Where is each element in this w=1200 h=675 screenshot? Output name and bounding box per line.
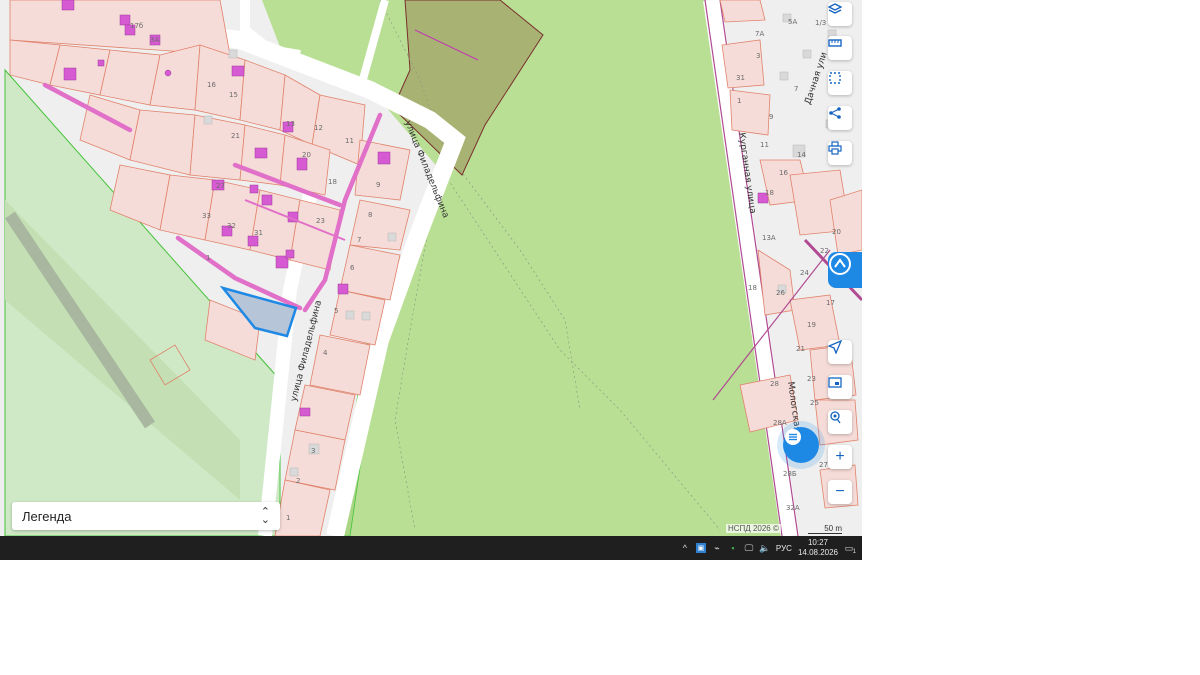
lot-label: 28Б <box>783 470 797 478</box>
lot-label: 1 <box>206 254 210 262</box>
lot-label: 7А <box>755 30 764 38</box>
lot-label: 6 <box>350 264 355 272</box>
photo-frame-icon <box>828 377 842 388</box>
lot-label: 26 <box>776 289 785 297</box>
lot-label: 17б <box>130 22 143 30</box>
language-indicator[interactable]: РУС <box>776 544 792 553</box>
measure-button[interactable] <box>828 36 852 60</box>
lot-label: 9 <box>376 181 380 189</box>
share-icon <box>829 107 841 119</box>
taskbar: ^ ▣ ⌁ ▪ 🖵 🔈 РУС 10:27 14.08.2026 ▭ 1 <box>0 536 862 560</box>
clock-time: 10:27 <box>807 538 828 547</box>
clock-date: 14.08.2026 <box>797 548 838 557</box>
lot-label: 25 <box>810 399 819 407</box>
lot-label: 31 <box>736 74 745 82</box>
lot-label: 8 <box>368 211 372 219</box>
geo-pin-button[interactable] <box>828 410 852 434</box>
lot-label: 27 <box>819 461 828 469</box>
lot-label: 19 <box>807 321 816 329</box>
lot-label: 32 <box>227 222 236 230</box>
scale-bar: 50 m <box>808 524 842 534</box>
zoom-out-button[interactable]: − <box>828 480 852 504</box>
volume-icon[interactable]: 🔈 <box>759 543 770 553</box>
lot-label: 11 <box>345 137 354 145</box>
lot-label: 15 <box>229 91 238 99</box>
lot-label: 5 <box>334 307 338 315</box>
lot-label: 7 <box>357 236 361 244</box>
legend-dropdown[interactable]: Легенда ⌃ ⌄ <box>12 502 280 530</box>
photo-button[interactable] <box>828 375 852 399</box>
notification-count: 1 <box>852 549 856 555</box>
lot-label: 28А <box>773 419 787 427</box>
chat-tray-icon[interactable]: ▪ <box>728 543 738 553</box>
lot-label: 18 <box>748 284 757 292</box>
lot-label: 3 <box>311 447 315 455</box>
lot-label: 16 <box>779 169 788 177</box>
navigation-arrow-icon <box>828 340 842 354</box>
lot-label: 7 <box>794 85 798 93</box>
map-layer[interactable]: 17б 3А 16 15 21 13 12 11 9 18 20 27 8 33… <box>0 0 862 536</box>
usb-icon[interactable]: ⌁ <box>712 543 722 553</box>
lot-label: 2 <box>296 477 300 485</box>
lot-label: 27 <box>216 182 225 190</box>
lot-label: 28 <box>770 380 779 388</box>
lot-label: 16 <box>207 81 216 89</box>
lot-label: 21 <box>231 132 240 140</box>
share-button[interactable] <box>828 106 852 130</box>
zoom-in-button[interactable]: + <box>828 445 852 469</box>
lot-label: 3 <box>756 52 760 60</box>
lot-label: 33 <box>202 212 211 220</box>
map-attribution: НСПД 2026 © <box>726 524 781 533</box>
lot-label: 1 <box>737 97 741 105</box>
lot-label: 3А <box>150 36 159 44</box>
legend-label: Легенда <box>22 508 72 524</box>
chat-icon <box>785 429 801 445</box>
lot-label: 11 <box>760 141 769 149</box>
lot-label: 17 <box>826 299 835 307</box>
app-tray-icon[interactable]: ▣ <box>695 543 706 553</box>
lot-label: 13 <box>286 120 295 128</box>
lot-label: 24 <box>800 269 809 277</box>
geo-pin-icon <box>830 411 841 424</box>
lot-label: 1 <box>286 514 290 522</box>
chevron-updown-icon: ⌃ ⌄ <box>260 506 270 526</box>
lot-label: 18 <box>328 178 337 186</box>
lot-label: 23 <box>807 375 816 383</box>
locate-button[interactable] <box>828 340 852 364</box>
print-icon <box>828 141 842 155</box>
lot-label: 32А <box>786 504 800 512</box>
lot-label: 20 <box>832 228 841 236</box>
support-tab-button[interactable] <box>828 252 862 288</box>
lot-label: 21 <box>796 345 805 353</box>
print-button[interactable] <box>828 141 852 165</box>
lot-label: 5А <box>788 18 797 26</box>
select-area-icon <box>829 72 841 84</box>
lot-label: 18 <box>765 189 774 197</box>
network-icon[interactable]: 🖵 <box>744 543 754 553</box>
lot-label: 31 <box>254 229 263 237</box>
ruler-icon <box>828 39 842 47</box>
map-canvas[interactable]: 17б 3А 16 15 21 13 12 11 9 18 20 27 8 33… <box>0 0 862 536</box>
chat-button[interactable] <box>783 427 819 463</box>
lot-label: 1/3 <box>815 19 826 27</box>
support-logo-icon <box>829 253 851 275</box>
lot-label: 9 <box>769 113 773 121</box>
clock[interactable]: 10:27 14.08.2026 <box>798 538 838 558</box>
lot-label: 12 <box>314 124 323 132</box>
lot-label: 14 <box>797 151 806 159</box>
layers-icon <box>828 3 842 14</box>
system-tray: ^ ▣ ⌁ ▪ 🖵 🔈 РУС 10:27 14.08.2026 ▭ 1 <box>680 536 856 560</box>
chevron-up-icon[interactable]: ^ <box>680 543 690 553</box>
lot-label: 23 <box>316 217 325 225</box>
layers-button[interactable] <box>828 2 852 26</box>
notification-icon[interactable]: ▭ 1 <box>844 543 856 556</box>
lot-label: 20 <box>302 151 311 159</box>
select-area-button[interactable] <box>828 71 852 95</box>
lot-label: 13А <box>762 234 776 242</box>
lot-label: 4 <box>323 349 328 357</box>
